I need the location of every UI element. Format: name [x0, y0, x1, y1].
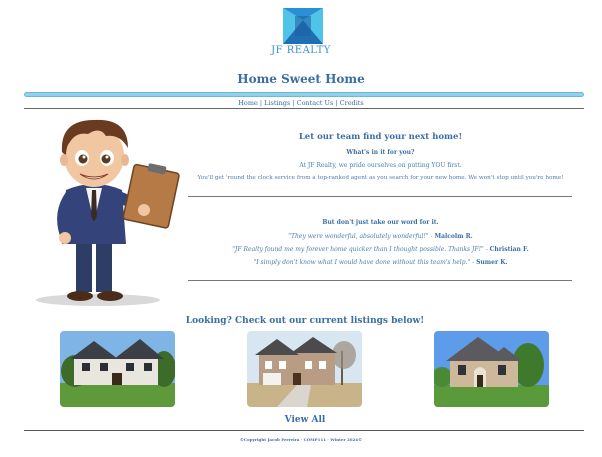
pitch-text: At JF Realty, we pride ourselves on putt… [299, 162, 462, 169]
pitch-subheading: What's in it for you? [346, 149, 415, 156]
nav-link-listings[interactable]: Listings [264, 99, 290, 107]
review-text: "JF Realty found me my forever home quic… [232, 246, 484, 253]
section-divider [188, 196, 572, 197]
footer-divider [24, 430, 584, 431]
listing-photo-1[interactable] [60, 331, 175, 407]
pitch-text: You'll get 'round the clock service from… [197, 175, 564, 181]
review-text: "I simply don't know what I would have d… [253, 259, 471, 266]
footer-copyright: ©Copyright Jacob Ferreira · COMP111 · Wi… [239, 437, 363, 442]
review-quote: "They were wonderful, absolutely wonderf… [187, 233, 574, 240]
view-all-link[interactable]: View All [0, 415, 602, 425]
pitch-heading: Let our team find your next home! [298, 132, 463, 142]
jf-realty-logo-icon [283, 8, 323, 44]
review-author: Sumer K. [476, 259, 508, 266]
agent-illustration [36, 119, 180, 306]
nav-link-credits[interactable]: Credits [340, 99, 364, 107]
reviews-heading: But don't just take our word for it. [322, 219, 439, 226]
listing-photo-3[interactable] [434, 331, 549, 407]
brand-name: JF REALTY [271, 45, 331, 56]
nav-divider [24, 108, 584, 109]
page-title: Home Sweet Home [237, 72, 365, 86]
title-divider-bar [24, 92, 584, 97]
listings-heading: Looking? Check out our current listings … [185, 316, 425, 326]
nav-link-contact-us[interactable]: Contact Us [297, 99, 334, 107]
review-quote: "I simply don't know what I would have d… [187, 259, 574, 266]
review-quote: "JF Realty found me my forever home quic… [187, 246, 574, 253]
section-divider [188, 280, 572, 281]
nav-link-home[interactable]: Home [238, 99, 258, 107]
review-author: Malcolm R. [434, 233, 473, 240]
review-text: "They were wonderful, absolutely wonderf… [288, 233, 429, 240]
listing-photo-2[interactable] [247, 331, 362, 407]
review-author: Christian F. [489, 246, 529, 253]
main-nav: Home | Listings | Contact Us | Credits [0, 99, 602, 107]
